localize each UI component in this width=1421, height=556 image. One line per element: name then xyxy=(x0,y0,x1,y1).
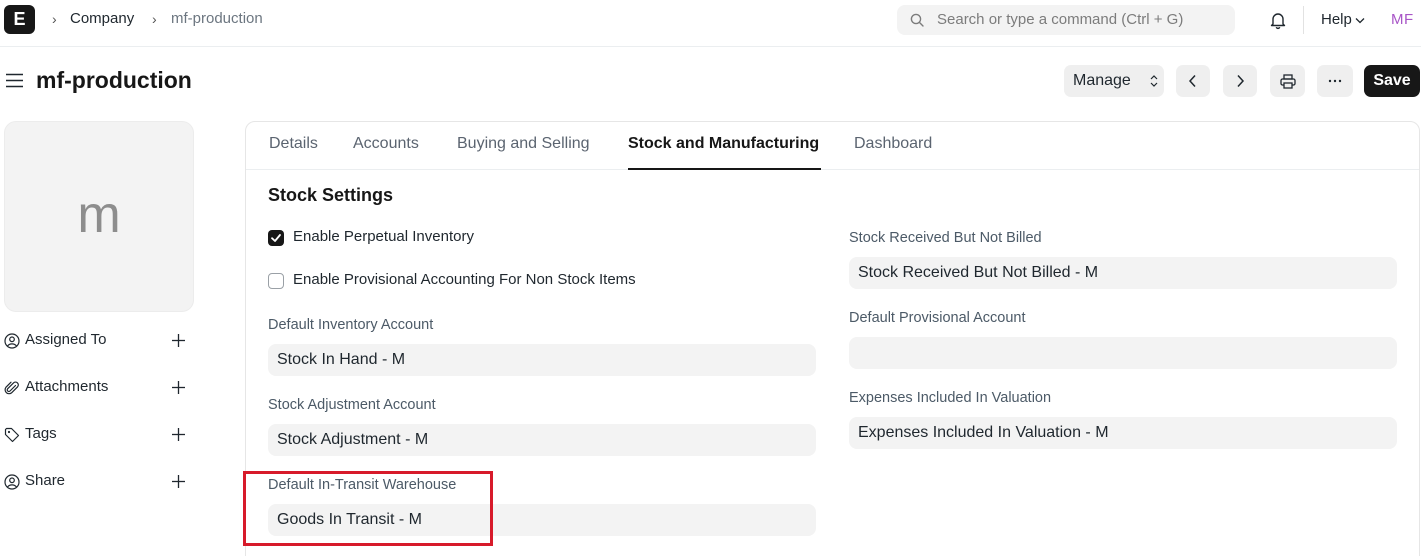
printer-icon xyxy=(1279,73,1296,89)
tab-accounts[interactable]: Accounts xyxy=(353,135,419,153)
default-inventory-account-input[interactable]: Stock In Hand - M xyxy=(268,344,816,376)
stock-received-not-billed-input[interactable]: Stock Received But Not Billed - M xyxy=(849,257,1397,289)
previous-record-button[interactable] xyxy=(1176,65,1210,97)
field-label: Default Inventory Account xyxy=(268,317,434,333)
breadcrumb-current[interactable]: mf-production xyxy=(171,10,263,27)
checkbox-label: Enable Provisional Accounting For Non St… xyxy=(293,271,636,288)
chevron-right-icon xyxy=(1237,74,1245,88)
field-label: Expenses Included In Valuation xyxy=(849,390,1052,406)
search-icon xyxy=(910,13,924,27)
provisional-accounting-checkbox[interactable] xyxy=(268,273,284,289)
sidebar-item-assigned-to[interactable]: Assigned To xyxy=(4,330,189,352)
ellipsis-icon xyxy=(1328,79,1342,83)
search-placeholder: Search or type a command (Ctrl + G) xyxy=(937,11,1184,28)
more-actions-button[interactable] xyxy=(1317,65,1353,97)
sidebar-item-label: Assigned To xyxy=(25,331,107,348)
sidebar-item-label: Tags xyxy=(25,425,57,442)
highlight-box xyxy=(243,471,493,546)
app-logo[interactable]: E xyxy=(4,5,35,34)
navbar-divider xyxy=(1303,6,1304,34)
assign-user-icon xyxy=(4,333,20,349)
default-provisional-account-input[interactable] xyxy=(849,337,1397,369)
expenses-included-in-valuation-input[interactable]: Expenses Included In Valuation - M xyxy=(849,417,1397,449)
form-tabs: Details Accounts Buying and Selling Stoc… xyxy=(246,122,1419,170)
tab-stock-and-manufacturing[interactable]: Stock and Manufacturing xyxy=(628,135,819,153)
company-image-placeholder[interactable]: m xyxy=(4,121,194,312)
sidebar-item-attachments[interactable]: Attachments xyxy=(4,377,189,399)
paperclip-icon xyxy=(4,381,19,395)
sort-updown-icon xyxy=(1150,75,1158,87)
section-title: Stock Settings xyxy=(268,185,394,205)
notification-bell-icon[interactable] xyxy=(1268,10,1288,30)
sidebar-item-share[interactable]: Share xyxy=(4,471,189,493)
manage-dropdown-button[interactable]: Manage xyxy=(1064,65,1164,97)
active-tab-indicator xyxy=(628,168,821,170)
plus-icon[interactable] xyxy=(171,427,186,442)
sidebar-toggle-icon[interactable] xyxy=(6,73,23,88)
page-title: mf-production xyxy=(36,67,192,93)
field-label: Default Provisional Account xyxy=(849,310,1026,326)
field-label: Stock Received But Not Billed xyxy=(849,230,1042,246)
stock-adjustment-account-input[interactable]: Stock Adjustment - M xyxy=(268,424,816,456)
save-button[interactable]: Save xyxy=(1364,65,1420,97)
field-label: Stock Adjustment Account xyxy=(268,397,436,413)
search-bar[interactable]: Search or type a command (Ctrl + G) xyxy=(897,5,1235,35)
sidebar-item-label: Attachments xyxy=(25,378,109,395)
image-placeholder-letter: m xyxy=(77,185,121,244)
perpetual-inventory-checkbox[interactable] xyxy=(268,230,284,246)
manage-label: Manage xyxy=(1073,72,1131,89)
user-avatar[interactable]: MF xyxy=(1391,11,1414,28)
chevron-right-icon: › xyxy=(52,11,57,27)
plus-icon[interactable] xyxy=(171,474,186,489)
plus-icon[interactable] xyxy=(171,333,186,348)
navbar: E › Company › mf-production Search or ty… xyxy=(0,0,1421,47)
breadcrumb-company[interactable]: Company xyxy=(70,10,134,27)
checkmark-icon xyxy=(271,234,281,242)
checkbox-label: Enable Perpetual Inventory xyxy=(293,228,474,245)
help-menu[interactable]: Help xyxy=(1321,11,1352,28)
tag-icon xyxy=(4,427,20,443)
tab-dashboard[interactable]: Dashboard xyxy=(854,135,932,153)
chevron-down-icon[interactable] xyxy=(1355,17,1365,24)
sidebar-item-tags[interactable]: Tags xyxy=(4,424,189,446)
tab-buying-and-selling[interactable]: Buying and Selling xyxy=(457,135,590,153)
share-user-icon xyxy=(4,474,20,490)
print-button[interactable] xyxy=(1270,65,1305,97)
tab-details[interactable]: Details xyxy=(269,135,318,153)
chevron-left-icon xyxy=(1188,74,1196,88)
sidebar-item-label: Share xyxy=(25,472,66,489)
chevron-right-icon: › xyxy=(152,11,157,27)
plus-icon[interactable] xyxy=(171,380,186,395)
next-record-button[interactable] xyxy=(1223,65,1257,97)
